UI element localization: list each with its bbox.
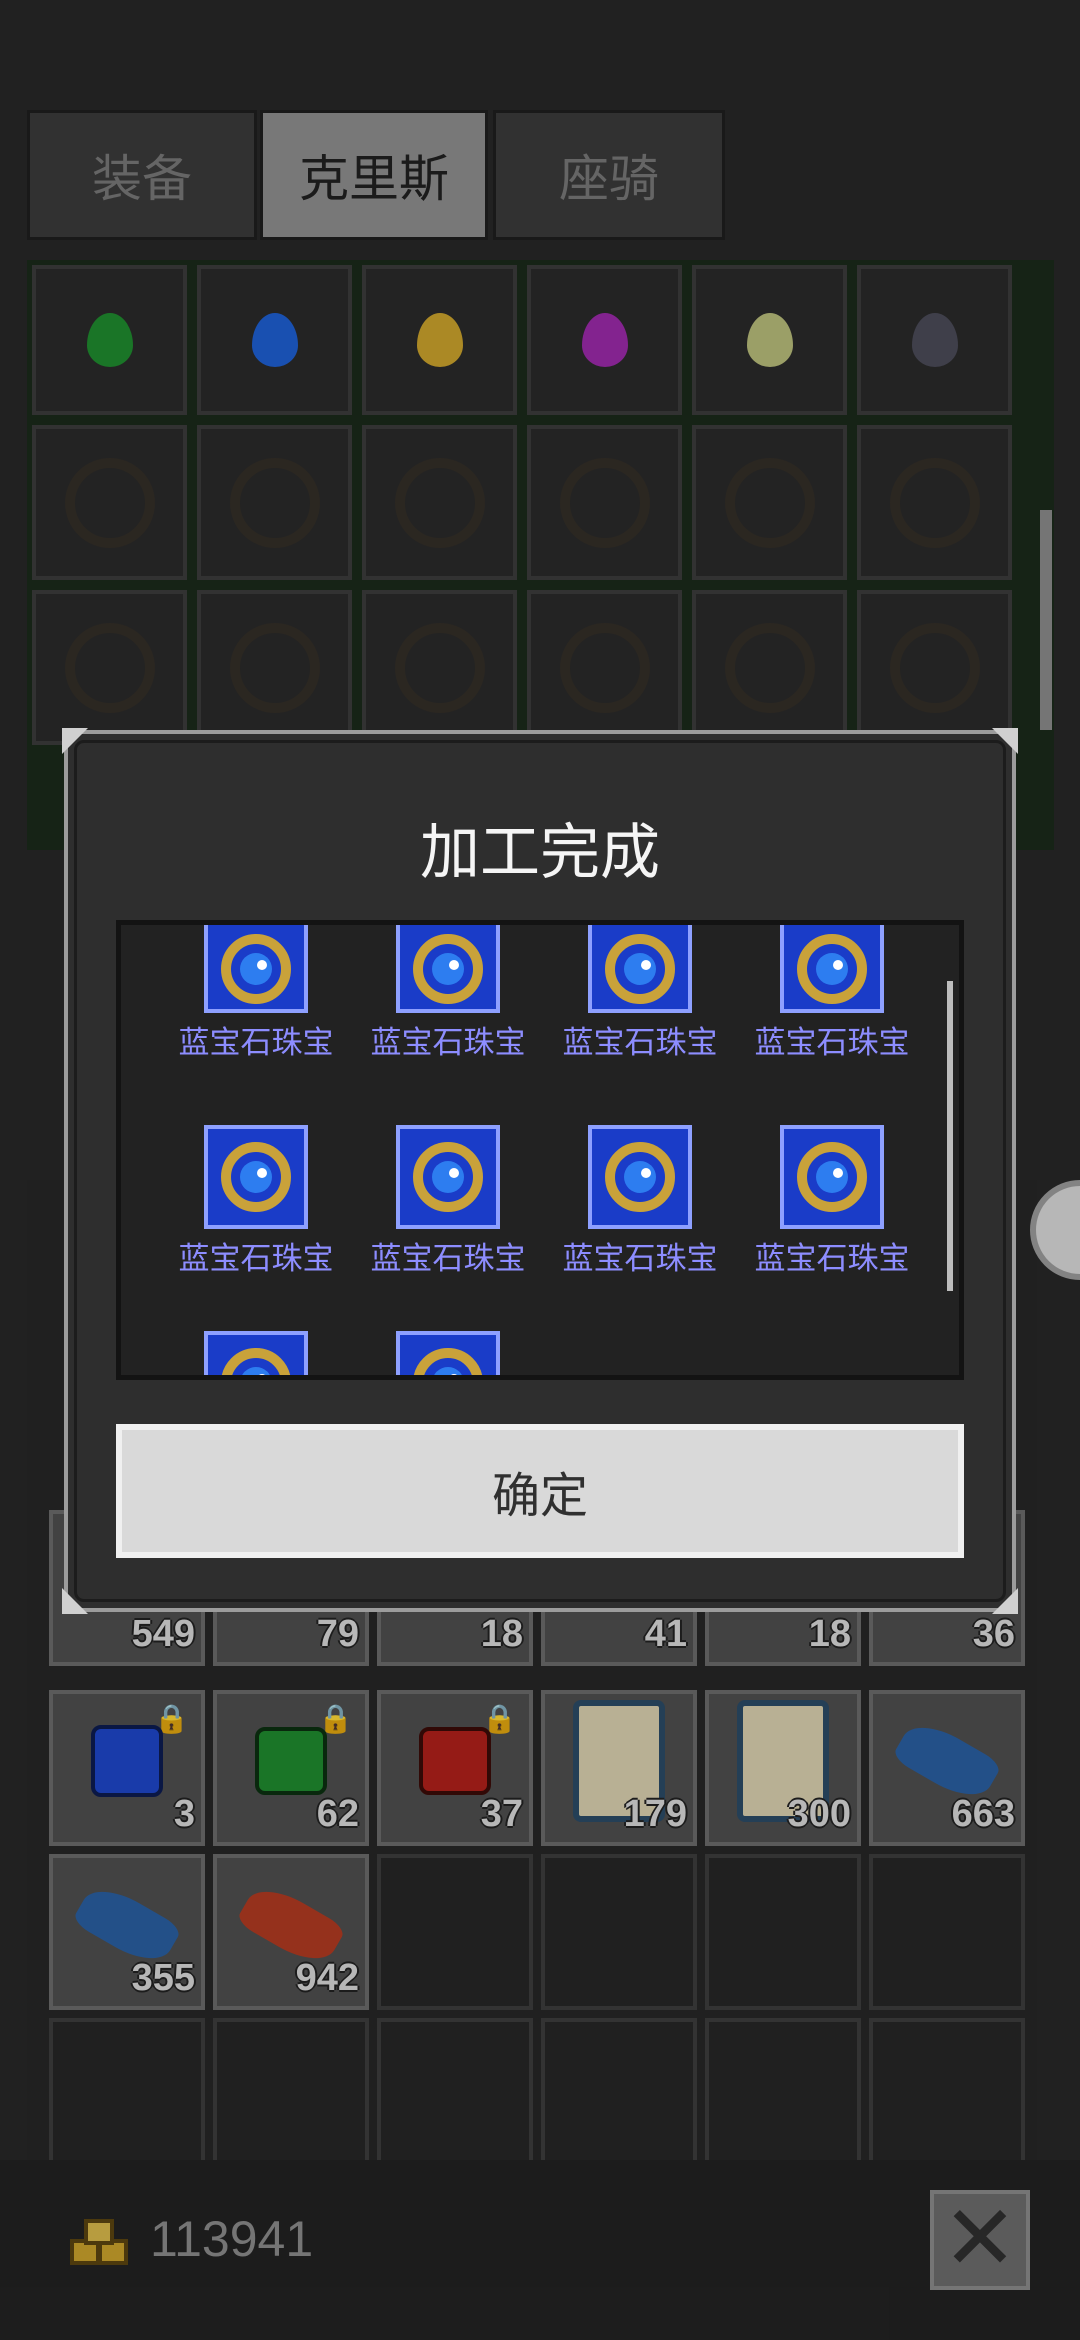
sapphire-jewel-icon — [780, 925, 884, 1013]
reward-list-scrollbar[interactable] — [947, 981, 953, 1291]
reward-label: 蓝宝石珠宝 — [562, 1241, 718, 1277]
reward-item[interactable] — [171, 1331, 341, 1375]
sapphire-jewel-icon — [396, 1125, 500, 1229]
sapphire-jewel-icon — [204, 1125, 308, 1229]
sapphire-jewel-icon — [396, 1331, 500, 1375]
reward-label: 蓝宝石珠宝 — [370, 1241, 526, 1277]
sapphire-jewel-icon — [780, 1125, 884, 1229]
reward-label: 蓝宝石珠宝 — [754, 1025, 910, 1061]
reward-item[interactable]: 蓝宝石珠宝 — [171, 1125, 341, 1278]
dialog-title: 加工完成 — [420, 818, 660, 888]
reward-label: 蓝宝石珠宝 — [178, 1025, 334, 1061]
sapphire-jewel-icon — [588, 925, 692, 1013]
reward-item[interactable]: 蓝宝石珠宝 — [363, 1125, 533, 1278]
reward-item[interactable]: 蓝宝石珠宝 — [747, 925, 917, 1062]
reward-item[interactable]: 蓝宝石珠宝 — [555, 925, 725, 1062]
sapphire-jewel-icon — [204, 1331, 308, 1375]
crafting-complete-dialog: 加工完成 蓝宝石珠宝 蓝宝石珠宝 蓝宝石珠宝 蓝宝石珠宝 蓝宝石珠宝 蓝宝石珠宝 — [62, 728, 1018, 1614]
reward-label: 蓝宝石珠宝 — [370, 1025, 526, 1061]
reward-item[interactable]: 蓝宝石珠宝 — [363, 925, 533, 1062]
reward-label: 蓝宝石珠宝 — [754, 1241, 910, 1277]
sapphire-jewel-icon — [204, 925, 308, 1013]
reward-label: 蓝宝石珠宝 — [178, 1241, 334, 1277]
reward-item[interactable]: 蓝宝石珠宝 — [747, 1125, 917, 1278]
reward-list[interactable]: 蓝宝石珠宝 蓝宝石珠宝 蓝宝石珠宝 蓝宝石珠宝 蓝宝石珠宝 蓝宝石珠宝 蓝宝石珠… — [116, 920, 964, 1380]
reward-label: 蓝宝石珠宝 — [562, 1025, 718, 1061]
sapphire-jewel-icon — [588, 1125, 692, 1229]
reward-item[interactable]: 蓝宝石珠宝 — [555, 1125, 725, 1278]
sapphire-jewel-icon — [396, 925, 500, 1013]
reward-item[interactable]: 蓝宝石珠宝 — [171, 925, 341, 1062]
reward-item[interactable] — [363, 1331, 533, 1375]
confirm-button[interactable]: 确定 — [116, 1424, 964, 1558]
